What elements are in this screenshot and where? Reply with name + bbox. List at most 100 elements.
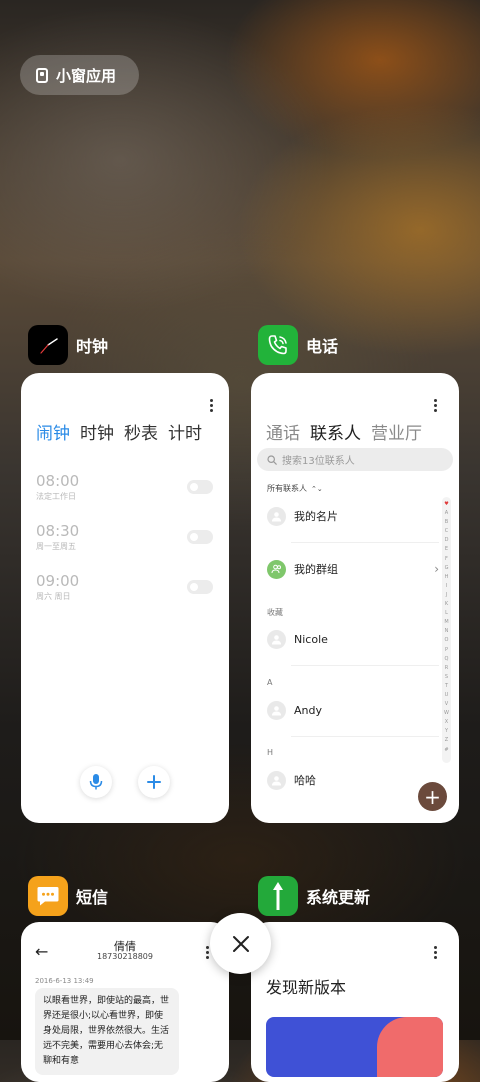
- sms-app-card[interactable]: ← 倩倩 18730218809 2016-6-13 13:49 以眼看世界，即…: [21, 922, 229, 1082]
- alphabet-index-letter[interactable]: F: [445, 556, 448, 565]
- add-alarm-button[interactable]: [138, 766, 170, 798]
- sms-app-name: 短信: [76, 888, 109, 907]
- small-window-label: 小窗应用: [56, 66, 117, 85]
- tab-stopwatch[interactable]: 秒表: [124, 419, 158, 444]
- alphabet-index-letter[interactable]: W: [444, 710, 449, 719]
- contact-search-input[interactable]: 搜索13位联系人: [257, 448, 453, 471]
- alphabet-index-letter[interactable]: G: [445, 565, 449, 574]
- tab-service-hall[interactable]: 营业厅: [371, 419, 422, 444]
- section-header: 收藏: [267, 608, 283, 617]
- contacts-filter[interactable]: 所有联系人 ⌃⌄: [267, 483, 323, 494]
- alarm-repeat: 法定工作日: [36, 492, 76, 501]
- contact-item[interactable]: Nicole: [267, 629, 439, 649]
- alphabet-index-letter[interactable]: A: [445, 510, 448, 519]
- alphabet-index-letter[interactable]: Z: [445, 737, 448, 746]
- search-placeholder: 搜索13位联系人: [282, 456, 355, 467]
- alphabet-index-letter[interactable]: I: [446, 583, 447, 592]
- more-options-icon[interactable]: [206, 946, 209, 961]
- alphabet-index-letter[interactable]: O: [445, 637, 449, 646]
- phone-app-card[interactable]: 通话 联系人 营业厅 搜索13位联系人 所有联系人 ⌃⌄ 我的名片 我的群组 ›…: [251, 373, 459, 823]
- alphabet-index-letter[interactable]: R: [445, 665, 448, 674]
- alarm-toggle[interactable]: [187, 530, 213, 544]
- alarm-toggle[interactable]: [187, 480, 213, 494]
- alarm-toggle[interactable]: [187, 580, 213, 594]
- clock-tabs: 闹钟 时钟 秒表 计时: [36, 419, 202, 444]
- close-icon: [232, 935, 249, 952]
- alphabet-index-scrollbar[interactable]: ♥ A B C D E F G H I J K L M N O P Q R S T U V W X Y Z #: [442, 497, 451, 763]
- my-card-item[interactable]: 我的名片: [267, 506, 439, 526]
- sms-app-header: 短信: [28, 876, 108, 916]
- more-options-icon[interactable]: [210, 399, 213, 414]
- contact-item[interactable]: Andy: [267, 700, 439, 720]
- system-update-app-icon: [258, 876, 298, 916]
- add-contact-button[interactable]: +: [418, 782, 447, 811]
- alphabet-index-letter[interactable]: #: [444, 747, 448, 756]
- update-title: 发现新版本: [266, 978, 347, 997]
- tab-clock[interactable]: 时钟: [80, 419, 114, 444]
- my-group-label: 我的群组: [294, 563, 338, 576]
- alphabet-index-letter[interactable]: ♥: [444, 501, 448, 510]
- alphabet-index-letter[interactable]: P: [445, 647, 448, 656]
- person-icon: [272, 511, 281, 521]
- alphabet-index-letter[interactable]: D: [445, 537, 449, 546]
- alphabet-index-letter[interactable]: L: [445, 610, 448, 619]
- plus-icon: [147, 775, 161, 789]
- alarm-item[interactable]: 08:00 法定工作日: [36, 472, 79, 502]
- contact-item[interactable]: 哈哈: [267, 770, 439, 790]
- tab-alarm[interactable]: 闹钟: [36, 419, 70, 444]
- alphabet-index-letter[interactable]: B: [445, 519, 448, 528]
- avatar: [267, 506, 286, 526]
- voice-alarm-button[interactable]: [80, 766, 112, 798]
- section-header: A: [267, 678, 273, 687]
- small-window-icon: [36, 67, 48, 83]
- small-window-apps-button[interactable]: 小窗应用: [20, 55, 139, 95]
- tab-calls[interactable]: 通话: [266, 419, 300, 444]
- message-timestamp: 2016-6-13 13:49: [35, 977, 94, 985]
- my-group-item[interactable]: 我的群组 ›: [267, 559, 439, 579]
- alarm-item[interactable]: 09:00 周六 周日: [36, 572, 79, 602]
- more-options-icon[interactable]: [434, 946, 437, 961]
- alphabet-index-letter[interactable]: H: [445, 574, 449, 583]
- more-options-icon[interactable]: [434, 399, 437, 414]
- plus-icon: +: [424, 784, 441, 809]
- alphabet-index-letter[interactable]: X: [445, 719, 448, 728]
- alphabet-index-letter[interactable]: J: [446, 592, 447, 601]
- clock-app-card[interactable]: 闹钟 时钟 秒表 计时 08:00 法定工作日 08:30 周一至周五 09:0…: [21, 373, 229, 823]
- alarm-repeat: 周六 周日: [36, 592, 71, 601]
- tab-timer[interactable]: 计时: [168, 419, 202, 444]
- system-update-app-card[interactable]: 发现新版本: [251, 922, 459, 1082]
- contact-name: Andy: [294, 703, 322, 717]
- alphabet-index-letter[interactable]: U: [445, 692, 449, 701]
- phone-app-name: 电话: [306, 337, 339, 356]
- message-app-icon: [28, 876, 68, 916]
- alarm-item[interactable]: 08:30 周一至周五: [36, 522, 79, 552]
- contacts-filter-label: 所有联系人: [267, 484, 307, 493]
- alphabet-index-letter[interactable]: Q: [445, 656, 449, 665]
- search-icon: [267, 454, 277, 465]
- update-app-name: 系统更新: [306, 888, 371, 907]
- alphabet-index-letter[interactable]: S: [445, 674, 448, 683]
- alphabet-index-letter[interactable]: E: [445, 546, 448, 555]
- clock-app-name: 时钟: [76, 337, 109, 356]
- contact-name: 哈哈: [294, 774, 316, 787]
- avatar: [267, 700, 286, 720]
- update-banner: [266, 1017, 443, 1077]
- clock-app-header: 时钟: [28, 325, 108, 365]
- avatar: [267, 629, 286, 649]
- person-icon: [272, 634, 281, 644]
- alarm-time: 08:30: [36, 522, 80, 540]
- divider: [291, 542, 439, 543]
- person-icon: [272, 705, 281, 715]
- tab-contacts[interactable]: 联系人: [310, 419, 361, 444]
- contact-name: Nicole: [294, 632, 328, 646]
- alarm-time: 09:00: [36, 572, 80, 590]
- alphabet-index-letter[interactable]: N: [445, 628, 449, 637]
- alphabet-index-letter[interactable]: K: [445, 601, 448, 610]
- alphabet-index-letter[interactable]: T: [445, 683, 448, 692]
- alphabet-index-letter[interactable]: V: [445, 701, 448, 710]
- alphabet-index-letter[interactable]: Y: [445, 728, 448, 737]
- chevron-right-icon: ›: [434, 562, 439, 576]
- clear-all-button[interactable]: [210, 913, 271, 974]
- alphabet-index-letter[interactable]: C: [445, 528, 449, 537]
- alphabet-index-letter[interactable]: M: [444, 619, 448, 628]
